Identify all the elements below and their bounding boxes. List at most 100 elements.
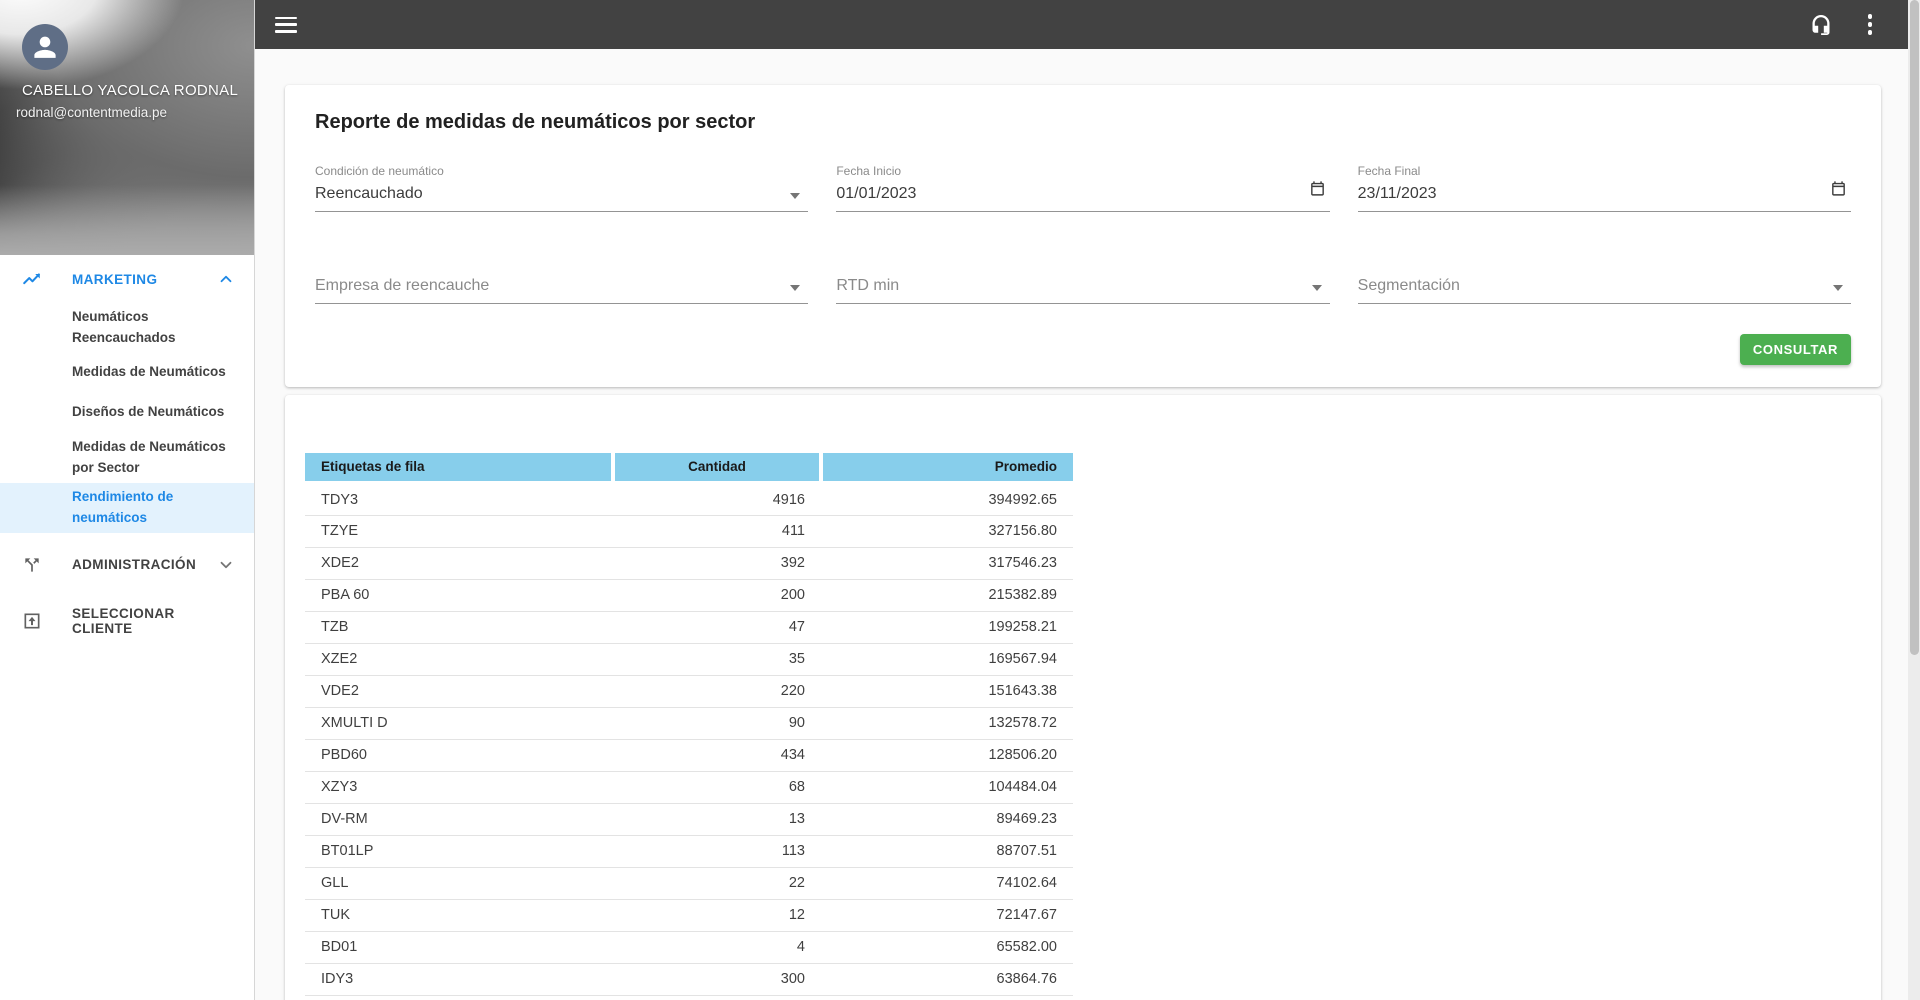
column-header-promedio: Promedio	[821, 453, 1073, 486]
cell-etiqueta: TDY3	[321, 492, 359, 508]
cell-etiqueta: VDE2	[321, 683, 359, 699]
sidebar-section-administracion[interactable]: ADMINISTRACIÓN	[0, 541, 254, 589]
dropdown-arrow-icon[interactable]	[790, 193, 801, 199]
table-row: TDY3 4916 394992.65	[305, 483, 1073, 515]
cell-etiqueta: XZE2	[321, 651, 358, 667]
dropdown-arrow-icon[interactable]	[1311, 285, 1322, 291]
chevron-down-icon[interactable]	[214, 553, 238, 577]
scrollbar-thumb[interactable]	[1909, 0, 1919, 655]
fecha-final-label: Fecha Final	[1357, 164, 1421, 178]
table-row: PBD60 434 128506.20	[305, 739, 1073, 771]
rtd-min-select[interactable]: RTD min	[836, 256, 1330, 304]
condicion-select[interactable]: Condición de neumático Reencauchado	[315, 164, 809, 212]
cell-etiqueta: VL 160	[305, 995, 613, 1000]
table-row: BT01LP 113 88707.51	[305, 835, 1073, 867]
call-split-icon	[20, 553, 44, 577]
table-row: TZYE 411 327156.80	[305, 515, 1073, 547]
table-row: TUK 12 72147.67	[305, 899, 1073, 931]
cell-promedio: 63864.76	[996, 971, 1057, 987]
cell-etiqueta: XZY3	[321, 779, 358, 795]
table-row: PBA 60 200 215382.89	[305, 579, 1073, 611]
table-row: XMULTI D 90 132578.72	[305, 707, 1073, 739]
table-row: XZY3 68 104484.04	[305, 771, 1073, 803]
fecha-inicio-value: 01/01/2023	[836, 185, 917, 202]
vertical-scrollbar[interactable]	[1908, 0, 1920, 1000]
more-vert-icon[interactable]	[1862, 10, 1879, 39]
table-row: IDY3 300 63864.76	[305, 963, 1073, 995]
trending-up-icon	[20, 267, 44, 291]
cell-promedio: 132578.72	[988, 715, 1057, 731]
sidebar-item-neumaticos-reencauchados[interactable]: Neumáticos Reencauchados	[0, 303, 254, 353]
cell-cantidad: 200	[780, 587, 805, 603]
report-table: Etiquetas de fila Cantidad Promedio TDY3…	[305, 453, 1073, 1000]
headset-icon[interactable]	[1808, 12, 1834, 38]
cell-cantidad: 47	[788, 619, 805, 635]
cell-cantidad: 392	[780, 555, 805, 571]
cell-cantidad: 411	[781, 523, 805, 539]
calendar-icon[interactable]	[1830, 180, 1847, 202]
table-row: TZB 47 199258.21	[305, 611, 1073, 643]
fecha-final-input[interactable]: Fecha Final 23/11/2023	[1357, 164, 1851, 212]
calendar-icon[interactable]	[1309, 180, 1326, 202]
empresa-placeholder: Empresa de reencauche	[315, 277, 490, 294]
cell-promedio: 61301.23	[821, 995, 1073, 1000]
dropdown-arrow-icon[interactable]	[790, 285, 801, 291]
cell-promedio: 169567.94	[988, 651, 1057, 667]
cell-promedio: 199258.21	[988, 619, 1057, 635]
cell-cantidad: 300	[780, 971, 805, 987]
cell-cantidad: 220	[780, 683, 805, 699]
user-name: CABELLO YACOLCA RODNAL	[22, 82, 239, 99]
dropdown-arrow-icon[interactable]	[1833, 285, 1843, 291]
cell-promedio: 151643.38	[988, 683, 1057, 699]
main-content: Reporte de medidas de neumáticos por sec…	[255, 49, 1920, 1000]
segmentacion-placeholder: Segmentación	[1357, 277, 1460, 294]
consultar-button[interactable]: CONSULTAR	[1739, 334, 1851, 365]
rtd-min-placeholder: RTD min	[836, 277, 900, 294]
table-row: XZE2 35 169567.94	[305, 643, 1073, 675]
cell-cantidad: 13	[788, 811, 805, 827]
cell-etiqueta: BD01	[321, 939, 358, 955]
cell-etiqueta: DV-RM	[321, 811, 368, 827]
cell-promedio: 394992.65	[988, 492, 1057, 508]
cell-promedio: 215382.89	[988, 587, 1057, 603]
sidebar-section-marketing[interactable]: MARKETING	[0, 255, 254, 303]
cell-cantidad: 434	[780, 747, 805, 763]
empresa-select[interactable]: Empresa de reencauche	[315, 256, 809, 304]
fecha-inicio-input[interactable]: Fecha Inicio 01/01/2023	[836, 164, 1330, 212]
table-header-row: Etiquetas de fila Cantidad Promedio	[305, 453, 1073, 486]
sidebar-section-label: MARKETING	[72, 271, 158, 287]
table-card: Etiquetas de fila Cantidad Promedio TDY3…	[285, 395, 1881, 1000]
column-header-cantidad: Cantidad	[613, 453, 823, 486]
filters-grid: Condición de neumático Reencauchado Fech…	[315, 164, 1851, 304]
table-row: VL 160 48 61301.23	[305, 995, 1073, 1000]
table-row: GLL 22 74102.64	[305, 867, 1073, 899]
sidebar-item-seleccionar-cliente[interactable]: SELECCIONAR CLIENTE	[0, 597, 254, 645]
sidebar-nav: MARKETING Neumáticos Reencauchados Medid…	[0, 255, 254, 645]
column-header-etiquetas: Etiquetas de fila	[305, 453, 615, 486]
cell-promedio: 88707.51	[996, 843, 1057, 859]
condicion-value: Reencauchado	[315, 185, 423, 202]
cell-cantidad: 68	[788, 779, 805, 795]
table-row: XDE2 392 317546.23	[305, 547, 1073, 579]
sidebar-item-medidas-por-sector[interactable]: Medidas de Neumáticos por Sector	[0, 433, 254, 483]
cell-cantidad: 4916	[772, 492, 805, 508]
menu-icon[interactable]	[275, 16, 297, 33]
cell-etiqueta: PBD60	[321, 747, 367, 763]
cell-promedio: 72147.67	[996, 907, 1057, 923]
cell-etiqueta: TZYE	[321, 523, 359, 539]
cell-etiqueta: GLL	[321, 875, 349, 891]
chevron-up-icon[interactable]	[214, 267, 238, 291]
table-row: DV-RM 13 89469.23	[305, 803, 1073, 835]
cell-promedio: 65582.00	[996, 939, 1057, 955]
sidebar-item-label: SELECCIONAR CLIENTE	[72, 605, 175, 636]
segmentacion-select[interactable]: Segmentación	[1357, 256, 1851, 304]
page-title: Reporte de medidas de neumáticos por sec…	[315, 111, 756, 133]
sidebar-item-disenos-de-neumaticos[interactable]: Diseños de Neumáticos	[0, 393, 254, 433]
cell-promedio: 327156.80	[988, 523, 1057, 539]
filter-card: Reporte de medidas de neumáticos por sec…	[285, 85, 1881, 387]
user-email: rodnal@contentmedia.pe	[16, 105, 168, 120]
topbar	[255, 0, 1920, 49]
table-row: BD01 4 65582.00	[305, 931, 1073, 963]
sidebar-item-medidas-de-neumaticos[interactable]: Medidas de Neumáticos	[0, 353, 254, 393]
sidebar-item-rendimiento-de-neumaticos[interactable]: Rendimiento de neumáticos	[0, 482, 254, 533]
